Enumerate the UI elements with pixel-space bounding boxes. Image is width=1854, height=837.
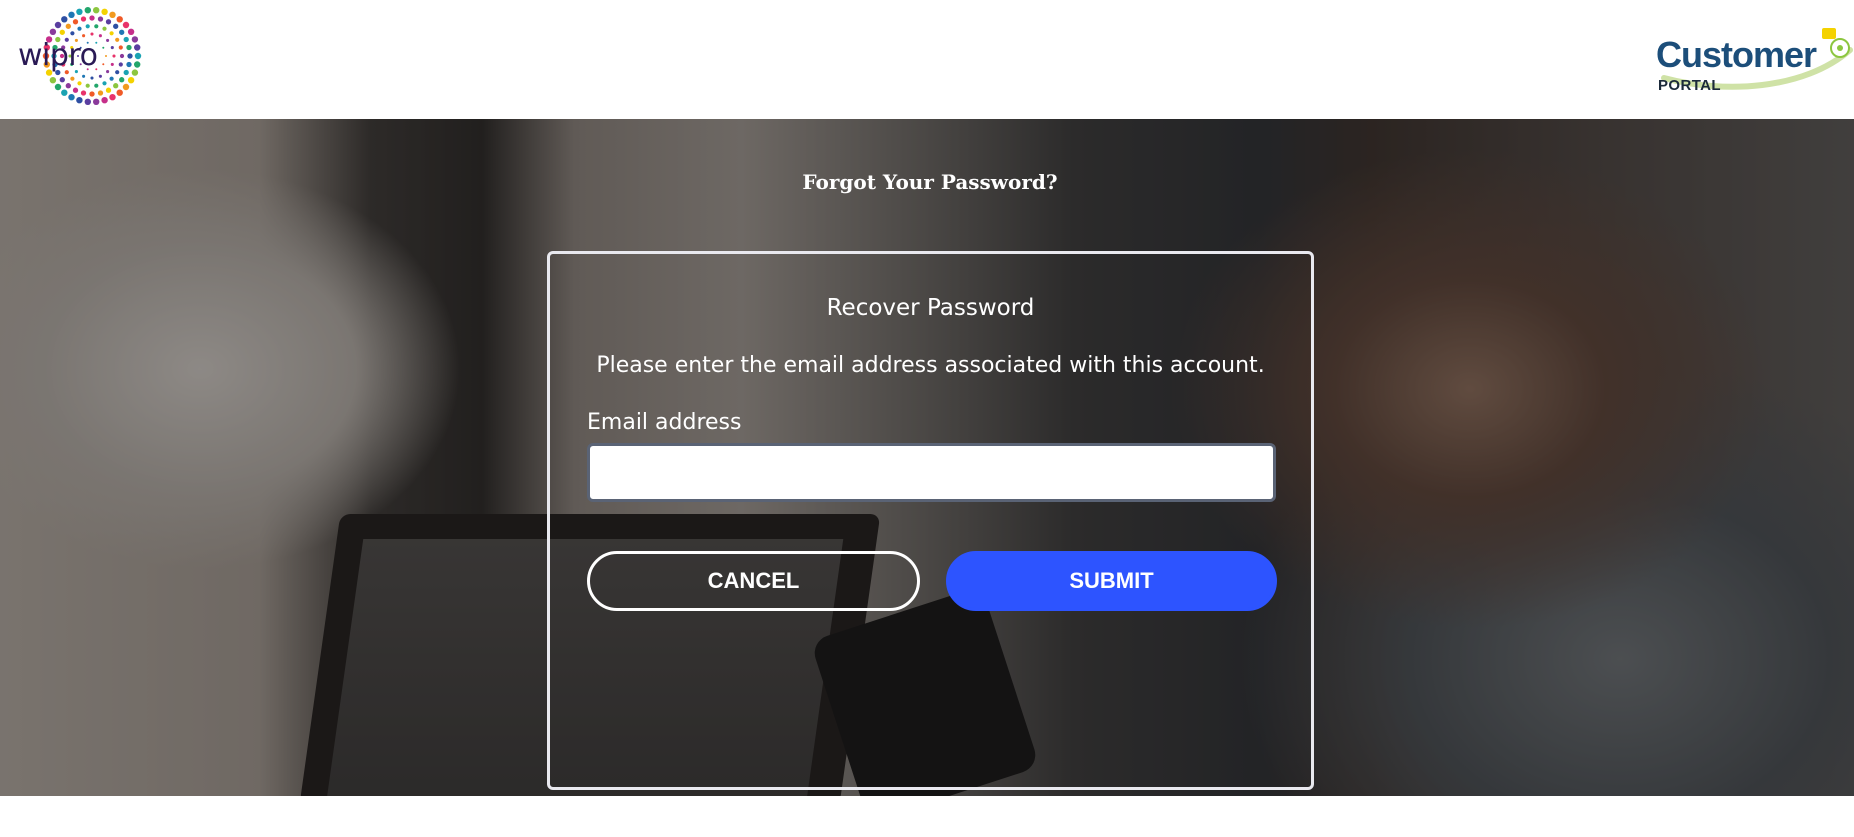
- cancel-button[interactable]: CANCEL: [587, 551, 920, 611]
- page-title: Forgot Your Password?: [802, 170, 1058, 194]
- site-header: wipro Customer PORTAL: [0, 0, 1854, 119]
- customer-portal-logo[interactable]: Customer PORTAL: [1654, 20, 1854, 100]
- wipro-logo[interactable]: wipro: [14, 6, 150, 112]
- email-label: Email address: [587, 410, 742, 435]
- email-input[interactable]: [587, 443, 1276, 502]
- card-title: Recover Password: [826, 295, 1035, 321]
- wipro-logo-text: wipro: [18, 38, 98, 73]
- portal-subtitle: PORTAL: [1658, 77, 1721, 94]
- recover-password-card: Recover Password Please enter the email …: [547, 251, 1314, 790]
- card-description: Please enter the email address associate…: [596, 353, 1265, 378]
- submit-button[interactable]: SUBMIT: [946, 551, 1277, 611]
- portal-title: Customer: [1656, 34, 1817, 75]
